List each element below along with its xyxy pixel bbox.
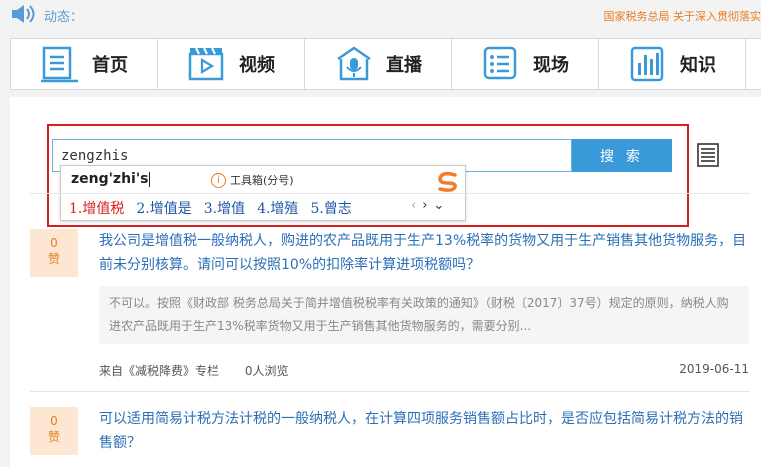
- notice-bar: 动态： 国家税务总局 关于深入贯彻落实: [0, 0, 761, 30]
- nav-label: 知识: [680, 55, 716, 76]
- prev-page-icon[interactable]: ‹: [411, 198, 416, 213]
- ime-candidate[interactable]: 2.增值是: [136, 198, 191, 218]
- notice-label: 动态：: [44, 10, 84, 25]
- main-nav: 首页 视频 直播 现场 知识: [10, 38, 761, 90]
- divider: [30, 193, 750, 194]
- like-label: 赞: [47, 430, 60, 444]
- ime-candidate[interactable]: 4.增殖: [257, 198, 298, 218]
- source-column-link[interactable]: 来自《减税降费》专栏: [99, 364, 219, 378]
- ime-paging: ‹ › ⌄: [411, 198, 444, 213]
- ime-candidate[interactable]: 3.增值: [204, 198, 245, 218]
- info-icon: i: [211, 172, 226, 188]
- ime-candidate[interactable]: 5.曾志: [310, 198, 351, 218]
- view-count: 0人浏览: [244, 364, 289, 378]
- nav-item-home[interactable]: 首页: [11, 39, 158, 89]
- ime-toolbox[interactable]: i 工具箱(分号): [211, 172, 294, 188]
- nav-label: 现场: [533, 55, 569, 76]
- list-view-icon[interactable]: [695, 142, 721, 168]
- like-count: 0: [50, 236, 58, 250]
- onsite-list-icon: [483, 46, 517, 80]
- notice-ticker-link[interactable]: 国家税务总局 关于深入贯彻落实: [604, 8, 761, 24]
- ime-candidate[interactable]: 1.增值税: [69, 198, 124, 218]
- live-microphone-icon: [337, 46, 371, 81]
- divider: [30, 391, 750, 392]
- like-button[interactable]: 0 赞: [30, 229, 78, 277]
- nav-label: 视频: [239, 55, 275, 76]
- question-link[interactable]: 我公司是增值税一般纳税人，购进的农产品既用于生产13%税率的货物又用于生产销售其…: [99, 229, 749, 277]
- like-label: 赞: [47, 252, 60, 266]
- sogou-s-logo-icon: [436, 171, 460, 192]
- knowledge-chart-icon: [630, 46, 664, 82]
- nav-label: 首页: [92, 55, 128, 76]
- nav-label: 直播: [386, 55, 422, 76]
- next-page-icon[interactable]: ›: [422, 198, 427, 213]
- like-count: 0: [50, 414, 58, 428]
- speaker-icon: [12, 5, 35, 23]
- expand-icon[interactable]: ⌄: [433, 198, 444, 213]
- nav-item-video[interactable]: 视频: [158, 39, 305, 89]
- answer-excerpt: 不可以。按照《财政部 税务总局关于简并增值税税率有关政策的通知》（财税〔2017…: [99, 286, 749, 344]
- publish-date: 2019-06-11: [679, 362, 749, 376]
- ime-candidate-list: 1.增值税 2.增值是 3.增值 4.增殖 5.曾志: [69, 198, 352, 218]
- ime-pinyin: zeng'zhi's: [71, 171, 151, 187]
- nav-item-onsite[interactable]: 现场: [452, 39, 599, 89]
- search-button[interactable]: 搜 索: [572, 139, 672, 172]
- ime-toolbox-label: 工具箱(分号): [230, 174, 294, 187]
- nav-item-live[interactable]: 直播: [305, 39, 452, 89]
- home-document-icon: [41, 46, 78, 83]
- video-film-icon: [188, 47, 224, 81]
- question-link[interactable]: 可以适用简易计税方法计税的一般纳税人，在计算四项服务销售额占比时，是否应包括简易…: [99, 407, 749, 455]
- text-cursor: [149, 171, 151, 187]
- item-meta: 来自《减税降费》专栏 0人浏览 2019-06-11: [99, 362, 749, 379]
- like-button[interactable]: 0 赞: [30, 407, 78, 455]
- nav-item-knowledge[interactable]: 知识: [599, 39, 746, 89]
